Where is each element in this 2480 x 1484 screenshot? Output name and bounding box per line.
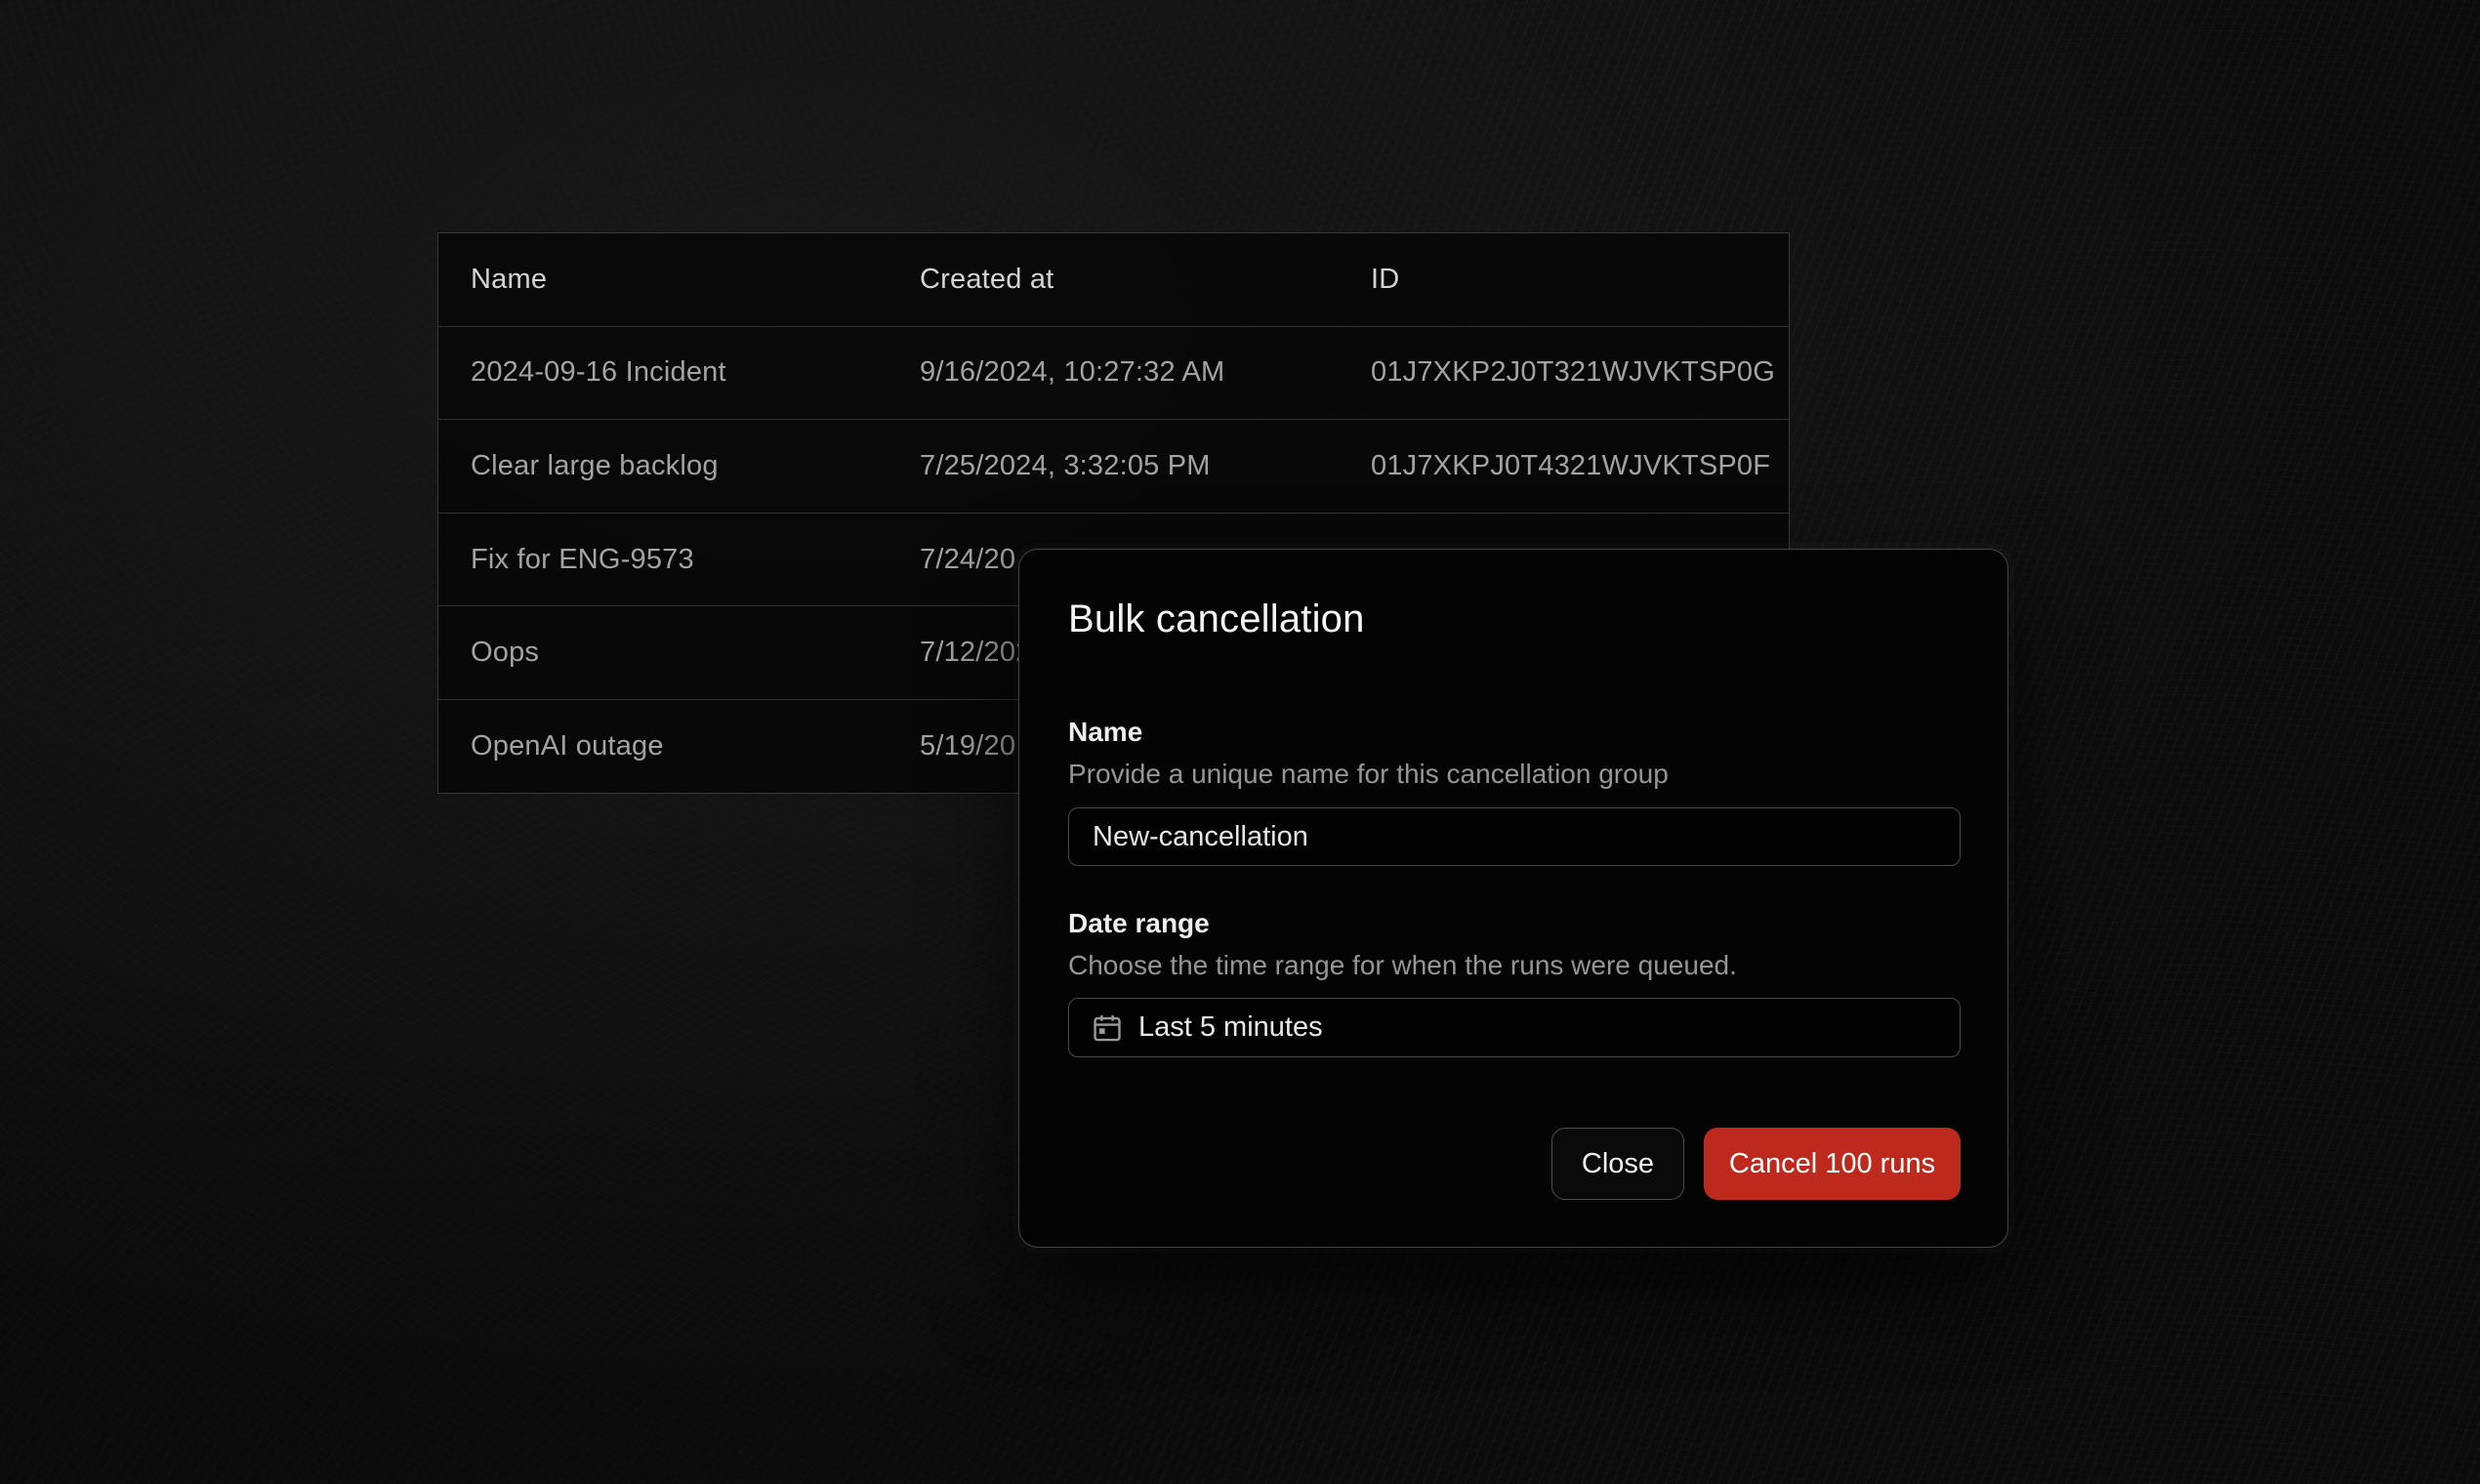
date-range-value: Last 5 minutes: [1138, 1011, 1323, 1044]
name-field-description: Provide a unique name for this cancellat…: [1068, 758, 1959, 791]
name-input[interactable]: [1068, 807, 1961, 866]
cancel-runs-button[interactable]: Cancel 100 runs: [1704, 1128, 1961, 1200]
row-name: Clear large backlog: [438, 450, 920, 482]
name-field-label: Name: [1068, 716, 1959, 749]
row-name: Fix for ENG-9573: [438, 544, 920, 576]
row-id: 01J7XKP2J0T321WJVKTSP0G: [1371, 356, 1791, 389]
column-header-id: ID: [1371, 264, 1791, 296]
row-id: 01J7XKPJ0T4321WJVKTSP0F: [1371, 450, 1791, 482]
column-header-created-at: Created at: [920, 264, 1371, 296]
close-button[interactable]: Close: [1551, 1128, 1684, 1200]
row-name: Oops: [438, 637, 920, 669]
date-range-label: Date range: [1068, 907, 1959, 940]
table-header-row: Name Created at ID: [438, 233, 1789, 327]
calendar-icon: [1091, 1011, 1124, 1045]
row-name: 2024-09-16 Incident: [438, 356, 920, 389]
date-range-description: Choose the time range for when the runs …: [1068, 949, 1959, 982]
page-background: Name Created at ID 2024-09-16 Incident 9…: [0, 0, 2480, 1484]
bulk-cancellation-modal: Bulk cancellation Name Provide a unique …: [1018, 549, 2008, 1248]
row-created-at: 7/25/2024, 3:32:05 PM: [920, 450, 1371, 482]
row-created-at: 9/16/2024, 10:27:32 AM: [920, 356, 1371, 389]
column-header-name: Name: [438, 264, 920, 296]
row-name: OpenAI outage: [438, 730, 920, 763]
table-row[interactable]: Clear large backlog 7/25/2024, 3:32:05 P…: [438, 420, 1789, 514]
modal-title: Bulk cancellation: [1068, 595, 1959, 643]
date-range-select[interactable]: Last 5 minutes: [1068, 998, 1961, 1057]
modal-footer: Close Cancel 100 runs: [1551, 1128, 1961, 1200]
table-row[interactable]: 2024-09-16 Incident 9/16/2024, 10:27:32 …: [438, 327, 1789, 421]
